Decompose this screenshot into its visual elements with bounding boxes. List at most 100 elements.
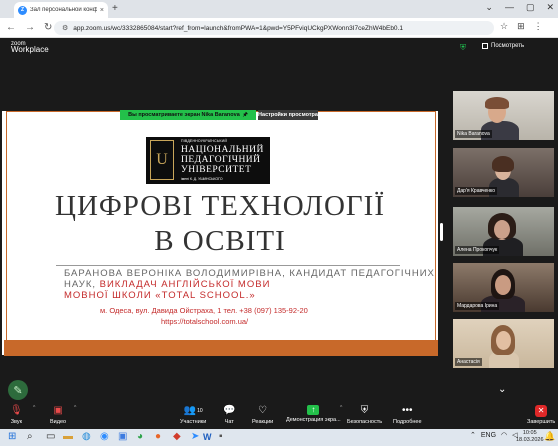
end-label: Завершить	[527, 419, 556, 425]
participant-name: Алена Прокопчук	[455, 246, 500, 254]
wifi-icon[interactable]: ◠	[501, 431, 507, 439]
author-role1: КАНДИДАТ ПЕДАГОГІЧНИХ	[285, 268, 435, 279]
author-line2: НАУК, ВИКЛАДАЧ АНГЛІЙСЬКОЇ МОВИ	[64, 279, 270, 290]
browser-edge-icon[interactable]: ◍	[82, 431, 91, 443]
tab-search-icon[interactable]: ⌄	[485, 2, 493, 13]
participants-icon: 👥 10	[183, 405, 203, 416]
clock-time: 10:05	[522, 430, 537, 436]
menu-icon[interactable]: ⋮	[534, 21, 543, 32]
contact-website: https://totalschool.com.ua/	[161, 317, 249, 326]
participants-button[interactable]: 👥 10 Участники	[180, 405, 206, 425]
new-tab-button[interactable]: +	[112, 3, 118, 14]
video-label: Видео	[50, 419, 67, 425]
reactions-button[interactable]: ♡ Реакции	[252, 405, 273, 425]
reactions-heart-icon: ♡	[258, 405, 268, 416]
participant-tile[interactable]: Анастасія	[453, 319, 554, 368]
author-role2b: ВИКЛАДАЧ АНГЛІЙСЬКОЇ МОВИ	[96, 279, 271, 290]
security-shield-icon: ⛨	[360, 405, 369, 416]
camera-off-icon: ▣	[53, 405, 63, 416]
audio-options-caret-icon[interactable]: ^	[33, 405, 35, 411]
zoom-logo: zoom Workplace	[11, 41, 49, 54]
chrome-icon[interactable]: ◕	[137, 431, 143, 443]
contact-address: м. Одеса, вул. Давида Ойстраха, 1 тел. +…	[100, 306, 308, 315]
share-screen-button[interactable]: ↑ Демонстрация экра...	[286, 405, 341, 423]
more-label: Подробнее	[393, 419, 422, 425]
slide-title-line1: ЦИФРОВІ ТЕХНОЛОГІЇ	[55, 190, 385, 222]
banner-text: Вы просматриваете экран Nika Baranova	[128, 112, 240, 118]
reload-icon[interactable]: ↻	[44, 22, 52, 33]
view-label: Посмотреть	[491, 43, 525, 49]
chat-button[interactable]: 💬 Чат	[223, 405, 235, 425]
security-label: Безопасность	[347, 419, 383, 425]
video-options-caret-icon[interactable]: ^	[74, 405, 76, 411]
uni-name-line2: ПЕДАГОГІЧНИЙ	[181, 155, 261, 165]
address-bar[interactable]: ⚙ app.zoom.us/wc/3332865084/start?ref_fr…	[54, 21, 494, 35]
meeting-toolbar	[0, 401, 558, 429]
mic-muted-icon: 🎙	[10, 405, 23, 416]
share-options-caret-icon[interactable]: ^	[340, 405, 342, 411]
participant-tile[interactable]: Дар'я Кравченко	[453, 148, 554, 197]
telegram-icon[interactable]: ➤	[191, 431, 199, 443]
forward-icon[interactable]: →	[25, 22, 35, 33]
bookmark-star-icon[interactable]: ☆	[500, 21, 508, 32]
tray-overflow-icon[interactable]: ⌃	[470, 431, 476, 439]
participant-face	[495, 275, 511, 295]
app-icon[interactable]: ▪	[219, 431, 223, 443]
site-info-icon[interactable]: ⚙	[62, 24, 68, 32]
video-button[interactable]: ▣ Видео	[50, 405, 66, 425]
clock[interactable]: 10:05 18.03.2026	[516, 430, 544, 444]
tab-close-icon[interactable]: ×	[100, 7, 104, 14]
security-button[interactable]: ⛨ Безопасность	[347, 405, 382, 425]
view-button[interactable]: Посмотреть	[482, 43, 524, 49]
start-windows-icon[interactable]: ⊞	[8, 431, 16, 443]
zoom-favicon-icon: Z	[18, 5, 27, 15]
banner-pin-icon: 🖈	[242, 111, 248, 118]
end-call-icon: ✕	[535, 405, 548, 417]
file-explorer-icon[interactable]: ▬	[63, 431, 73, 443]
word-icon[interactable]: W	[203, 431, 212, 443]
uni-name-line1: НАЦІОНАЛЬНИЙ	[181, 145, 264, 155]
search-icon[interactable]: ⌕	[27, 431, 33, 443]
participant-face-front	[494, 220, 510, 239]
end-meeting-button[interactable]: ✕ Завершить	[527, 405, 555, 425]
maximize-icon[interactable]: ▢	[526, 2, 535, 13]
browser-tab[interactable]: Z Зал персональной конф... ×	[14, 2, 108, 18]
author-school: МОВНОЇ ШКОЛИ «TOTAL SCHOOL.»	[64, 290, 256, 301]
store-icon[interactable]: ▣	[118, 431, 127, 443]
chat-icon: 💬	[223, 405, 236, 416]
slide-divider	[56, 265, 400, 266]
firefox-icon[interactable]: ●	[155, 431, 161, 443]
more-participants-chevron-icon[interactable]: ⌄	[498, 384, 506, 395]
notifications-icon[interactable]: 🔔	[544, 431, 555, 442]
audio-button[interactable]: 🎙 Звук	[10, 405, 23, 425]
annotate-pen-icon[interactable]: ✎	[8, 380, 28, 400]
task-view-icon[interactable]: ▭	[46, 431, 55, 443]
viewing-share-banner: Вы просматриваете экран Nika Baranova 🖈	[120, 110, 256, 120]
powerpoint-icon[interactable]: ◆	[173, 431, 181, 443]
participant-name: Nika Baranova	[455, 130, 492, 138]
zoom-app-icon[interactable]: ◉	[100, 431, 109, 443]
clock-date: 18.03.2026	[516, 437, 544, 443]
university-emblem-icon: U	[150, 140, 174, 180]
extensions-icon[interactable]: ⊞	[517, 21, 525, 32]
language-indicator[interactable]: ENG	[481, 432, 496, 439]
participant-tile[interactable]: Алена Прокопчук	[453, 207, 554, 256]
close-window-icon[interactable]: ✕	[546, 2, 554, 13]
participant-name: Анастасія	[455, 358, 482, 366]
back-icon[interactable]: ←	[6, 22, 16, 33]
university-region: ПІВДЕННОУКРАЇНСЬКИЙ	[181, 139, 228, 143]
participant-tile[interactable]: Nika Baranova	[453, 91, 554, 140]
minimize-icon[interactable]: —	[505, 2, 514, 13]
grid-view-icon	[482, 43, 488, 49]
more-button[interactable]: ••• Подробнее	[393, 405, 422, 425]
browser-actions: ☆ ⊞ ⋮	[500, 21, 543, 32]
url-text: app.zoom.us/wc/3332865084/start?ref_from…	[73, 24, 403, 32]
encryption-shield-icon[interactable]: ⛨	[460, 43, 466, 53]
slide-bottom-bar	[4, 340, 438, 356]
participant-name: Дар'я Кравченко	[455, 187, 498, 195]
audio-label: Звук	[10, 419, 22, 425]
resize-handle[interactable]	[440, 223, 443, 241]
window-controls: ⌄ — ▢ ✕	[485, 2, 554, 13]
view-options-button[interactable]: Настройки просмотра	[258, 110, 318, 120]
participant-tile[interactable]: Мардарова Ірина	[453, 263, 554, 312]
